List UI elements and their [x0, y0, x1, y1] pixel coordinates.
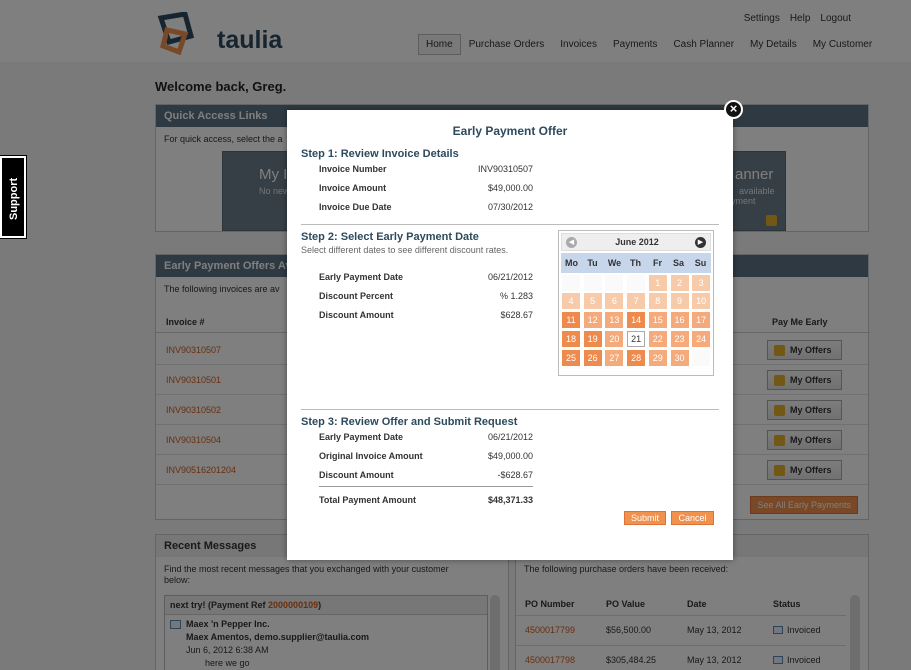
calendar-day[interactable]: 8	[648, 293, 667, 309]
calendar-day[interactable]: 15	[648, 312, 667, 328]
review-early-payment-date-value: 06/21/2012	[487, 432, 533, 442]
date-picker: ◀ June 2012 ▶ Mo Tu We Th Fr Sa Su 12345…	[558, 230, 714, 376]
calendar-weekdays: Mo Tu We Th Fr Sa Su	[561, 253, 711, 273]
calendar-day[interactable]: 16	[670, 312, 689, 328]
invoice-due-date-label: Invoice Due Date	[319, 202, 392, 212]
next-month-icon[interactable]: ▶	[695, 237, 706, 248]
total-payment-value: $48,371.33	[487, 495, 533, 505]
weekday-label: Mo	[565, 258, 578, 268]
calendar-day[interactable]: 17	[692, 312, 711, 328]
calendar-day[interactable]: 3	[692, 275, 711, 291]
calendar-month: June 2012	[615, 237, 659, 247]
weekday-label: Th	[630, 258, 641, 268]
discount-amount-label: Discount Amount	[319, 310, 394, 320]
step3-title: Step 3: Review Offer and Submit Request	[301, 416, 518, 428]
calendar-day[interactable]: 11	[562, 312, 580, 328]
calendar-blank	[627, 275, 646, 291]
calendar-day[interactable]: 2	[670, 275, 689, 291]
submit-button[interactable]: Submit	[624, 511, 666, 525]
calendar-day[interactable]: 9	[670, 293, 689, 309]
weekday-label: Fr	[653, 258, 662, 268]
early-payment-date-label: Early Payment Date	[319, 272, 404, 282]
original-invoice-amount-label: Original Invoice Amount	[319, 451, 423, 461]
calendar-day[interactable]: 29	[648, 350, 667, 366]
calendar-day[interactable]: 14	[627, 312, 646, 328]
calendar-day[interactable]: 22	[648, 331, 667, 347]
invoice-due-date-value: 07/30/2012	[487, 202, 533, 212]
calendar-day[interactable]: 10	[692, 293, 711, 309]
weekday-label: Sa	[672, 258, 684, 268]
dialog-title: Early Payment Offer	[452, 124, 568, 138]
calendar-day[interactable]: 7	[627, 293, 646, 309]
step2-title: Step 2: Select Early Payment Date	[301, 231, 479, 243]
calendar-day[interactable]: 24	[692, 331, 711, 347]
calendar-day[interactable]: 1	[648, 275, 667, 291]
calendar-day[interactable]: 21	[627, 331, 646, 347]
calendar-header: ◀ June 2012 ▶	[561, 233, 711, 251]
calendar-blank	[692, 350, 711, 366]
invoice-amount-value: $49,000.00	[487, 183, 533, 193]
calendar-day[interactable]: 5	[583, 293, 602, 309]
calendar-day[interactable]: 18	[562, 331, 580, 347]
calendar-day[interactable]: 20	[605, 331, 624, 347]
calendar-day[interactable]: 12	[583, 312, 602, 328]
divider	[301, 224, 719, 225]
calendar-day[interactable]: 30	[670, 350, 689, 366]
calendar-day[interactable]: 26	[583, 350, 602, 366]
calendar-day[interactable]: 19	[583, 331, 602, 347]
close-icon[interactable]: ×	[724, 100, 743, 119]
total-payment-label: Total Payment Amount	[319, 495, 417, 505]
weekday-label: Su	[694, 258, 707, 268]
calendar-blank	[562, 275, 580, 291]
discount-percent-label: Discount Percent	[319, 291, 394, 301]
cancel-button[interactable]: Cancel	[671, 511, 714, 525]
calendar-day[interactable]: 4	[562, 293, 580, 309]
early-payment-date-value: 06/21/2012	[487, 272, 533, 282]
calendar-day[interactable]: 13	[605, 312, 624, 328]
support-tab[interactable]: Support	[0, 156, 26, 238]
sum-line	[319, 486, 533, 487]
calendar-day[interactable]: 6	[605, 293, 624, 309]
weekday-label: We	[607, 258, 622, 268]
review-discount-amount-value: -$628.67	[497, 470, 533, 480]
calendar-blank	[605, 275, 624, 291]
step2-hint: Select different dates to see different …	[301, 245, 509, 255]
review-early-payment-date-label: Early Payment Date	[319, 432, 404, 442]
invoice-amount-label: Invoice Amount	[319, 183, 387, 193]
original-invoice-amount-value: $49,000.00	[487, 451, 533, 461]
invoice-number-value: INV90310507	[477, 164, 533, 174]
discount-percent-value: % 1.283	[499, 291, 533, 301]
calendar-day[interactable]: 28	[627, 350, 646, 366]
calendar-day[interactable]: 23	[670, 331, 689, 347]
calendar-blank	[583, 275, 602, 291]
invoice-number-label: Invoice Number	[319, 164, 387, 174]
discount-amount-value: $628.67	[500, 310, 533, 320]
divider	[301, 409, 719, 410]
support-label: Support	[8, 177, 20, 220]
step1-title: Step 1: Review Invoice Details	[301, 148, 459, 160]
weekday-label: Tu	[587, 258, 598, 268]
review-discount-amount-label: Discount Amount	[319, 470, 394, 480]
calendar-day[interactable]: 25	[562, 350, 580, 366]
calendar-day[interactable]: 27	[605, 350, 624, 366]
early-payment-offer-dialog: × Early Payment Offer Step 1: Review Inv…	[287, 100, 743, 560]
